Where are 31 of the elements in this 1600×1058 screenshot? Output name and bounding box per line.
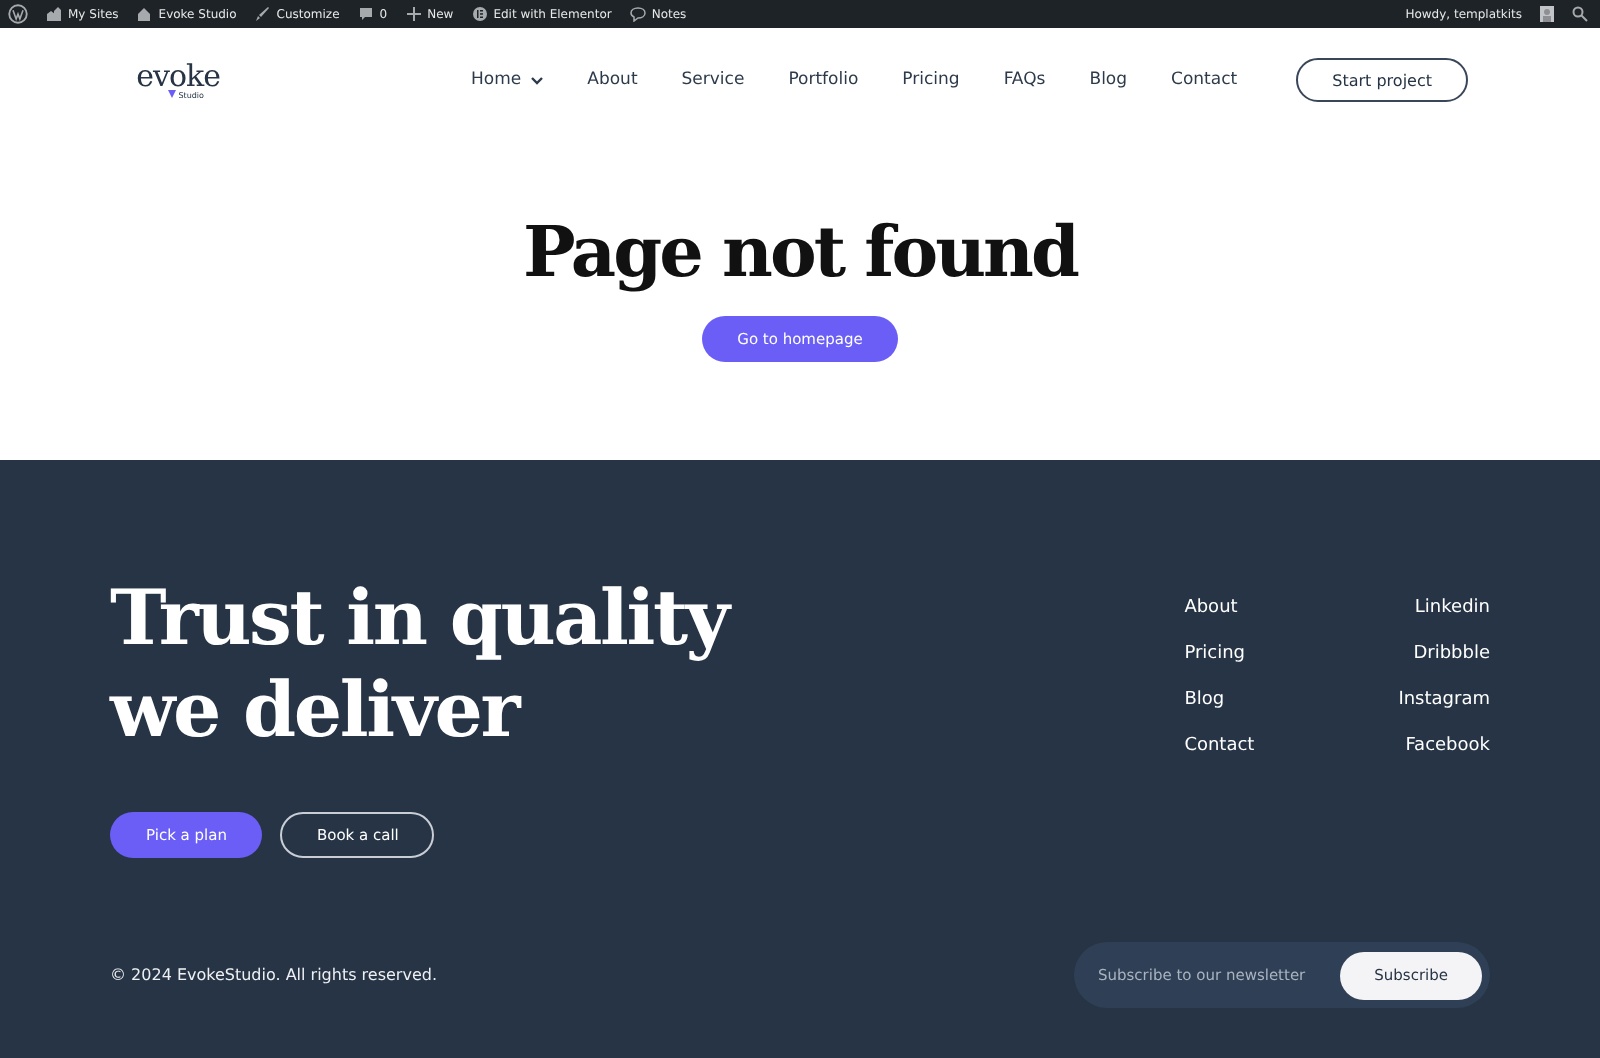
nav-link[interactable]: Pricing	[880, 70, 982, 90]
copyright-text: © 2024 EvokeStudio. All rights reserved.	[110, 966, 437, 984]
social-link[interactable]: Facebook	[1405, 734, 1490, 758]
nav-link[interactable]: Contact	[1149, 70, 1260, 90]
footer-link[interactable]: Pricing	[1184, 642, 1246, 666]
house-icon	[136, 6, 153, 22]
nav-link[interactable]: Service	[659, 70, 767, 90]
nav-link[interactable]: Portfolio	[766, 70, 881, 90]
social-link[interactable]: Dribbble	[1413, 642, 1490, 666]
search-icon[interactable]	[1572, 6, 1588, 22]
nav-link[interactable]: Blog	[1067, 70, 1150, 90]
start-project-button[interactable]: Start project	[1296, 58, 1468, 102]
footer-link[interactable]: About	[1184, 596, 1238, 620]
comment-icon	[357, 6, 374, 22]
footer-link[interactable]: Blog	[1184, 688, 1225, 712]
elementor-icon	[471, 6, 488, 22]
social-link[interactable]: Instagram	[1398, 688, 1490, 712]
brush-icon	[254, 6, 271, 22]
speech-bubble-icon	[629, 6, 646, 22]
triangle-icon	[168, 89, 177, 97]
page-title: Page not found	[523, 212, 1077, 296]
wordpress-logo-icon[interactable]	[8, 4, 28, 24]
nav-link[interactable]: Home	[449, 70, 566, 90]
footer-heading: Trust in quality we deliver	[110, 572, 728, 756]
nav-link[interactable]: About	[565, 70, 660, 90]
plus-icon	[405, 6, 422, 22]
nav-link[interactable]: FAQs	[981, 70, 1068, 90]
buildings-icon	[46, 6, 62, 22]
chevron-down-icon	[529, 75, 544, 85]
footer-link[interactable]: Contact	[1184, 734, 1255, 758]
social-link[interactable]: Linkedin	[1414, 596, 1490, 620]
